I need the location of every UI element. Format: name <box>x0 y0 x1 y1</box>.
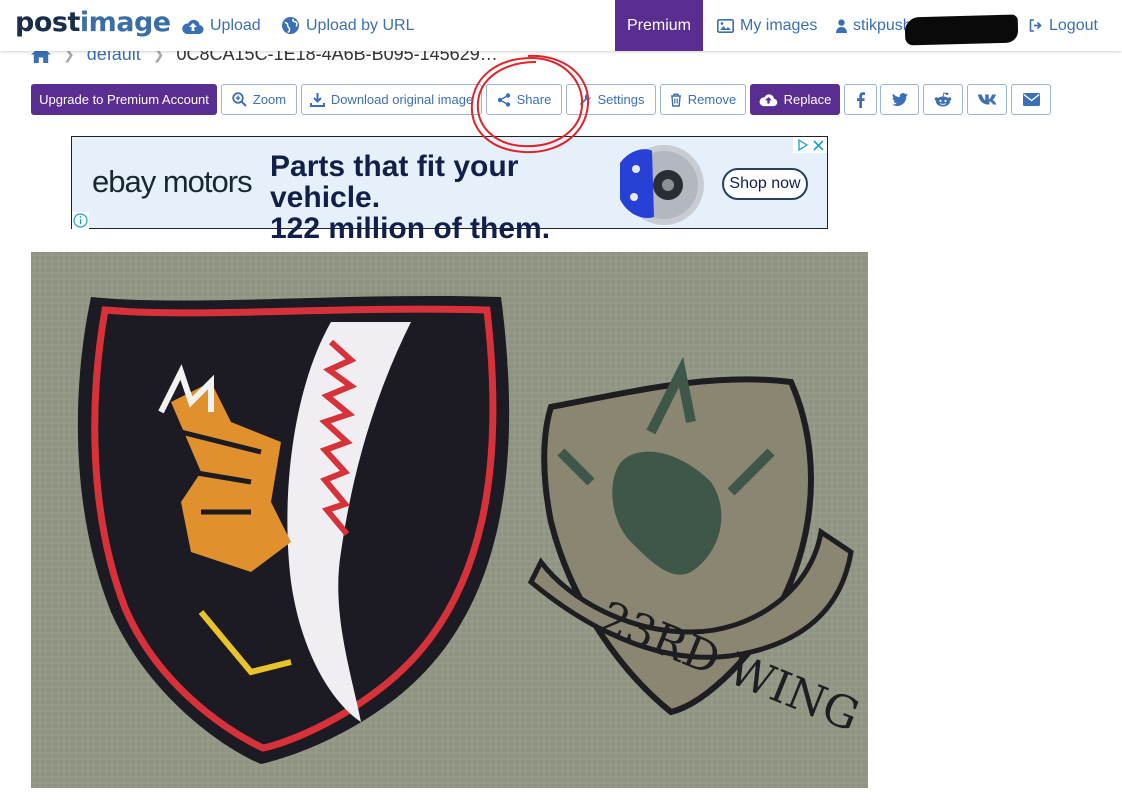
trash-icon <box>670 93 681 107</box>
nav-premium-label: Premium <box>626 16 691 34</box>
nav-my-images-label: My images <box>740 16 818 34</box>
nav-username: stikpush <box>853 16 912 34</box>
postimage-logo[interactable]: postimage <box>15 7 171 38</box>
nav-logout-label: Logout <box>1049 16 1098 34</box>
vk-icon <box>977 94 996 105</box>
download-original-button[interactable]: Download original image <box>301 84 482 115</box>
redaction-mark <box>904 14 1019 46</box>
logo-text-part2: image <box>79 7 171 38</box>
download-original-label: Download original image <box>330 92 474 107</box>
settings-button[interactable]: Settings <box>566 84 656 115</box>
logout-icon <box>1029 19 1042 32</box>
nav-user-account[interactable]: stikpush <box>836 0 912 51</box>
remove-button[interactable]: Remove <box>660 84 746 115</box>
replace-button[interactable]: Replace <box>750 84 840 115</box>
share-facebook-button[interactable] <box>844 84 877 115</box>
uploaded-image[interactable]: 23RD WING <box>31 252 868 788</box>
wrench-icon <box>579 92 591 105</box>
ad-shop-now-button[interactable]: Shop now <box>722 168 808 200</box>
brake-rotor-image <box>620 145 704 225</box>
share-reddit-button[interactable] <box>923 84 963 115</box>
ad-headline: Parts that fit your vehicle. 122 million… <box>270 151 600 244</box>
nav-logout[interactable]: Logout <box>1029 0 1098 51</box>
ad-headline-line1: Parts that fit your vehicle. <box>270 150 519 214</box>
settings-label: Settings <box>597 92 645 107</box>
logo-text-part1: post <box>15 7 80 38</box>
replace-label: Replace <box>783 92 832 107</box>
ad-headline-line2: 122 million of them. <box>270 212 551 245</box>
zoom-button[interactable]: Zoom <box>221 84 297 115</box>
ebay-motors-logo: ebay motors <box>92 164 253 199</box>
download-icon <box>309 93 325 107</box>
top-navbar: postimage Upload Upload by URL Premium M… <box>0 0 1122 51</box>
image-toolbar: Upgrade to Premium Account Zoom Download… <box>0 84 1122 115</box>
remove-label: Remove <box>687 92 737 107</box>
nav-upload[interactable]: Upload <box>182 0 261 51</box>
zoom-label: Zoom <box>252 92 287 107</box>
cloud-upload-icon <box>182 19 204 34</box>
nav-upload-label: Upload <box>210 16 261 34</box>
close-icon <box>812 139 824 151</box>
reddit-icon <box>934 92 952 107</box>
ad-choices-icon <box>797 139 808 151</box>
share-icon <box>497 92 510 107</box>
cloud-upload-icon <box>759 94 777 107</box>
globe-icon <box>281 16 300 35</box>
ad-close-controls[interactable] <box>793 137 827 153</box>
zoom-in-icon <box>232 92 247 107</box>
ad-banner[interactable]: ebay motors Parts that fit your vehicle.… <box>71 136 828 244</box>
ad-info-icon[interactable] <box>72 212 89 229</box>
nav-upload-by-url-label: Upload by URL <box>306 16 415 34</box>
share-button[interactable]: Share <box>486 84 562 115</box>
nav-upload-by-url[interactable]: Upload by URL <box>281 0 415 51</box>
share-label: Share <box>516 92 552 107</box>
share-email-button[interactable] <box>1011 84 1051 115</box>
share-vk-button[interactable] <box>967 84 1007 115</box>
facebook-icon <box>857 91 865 108</box>
email-icon <box>1022 93 1040 106</box>
user-icon <box>836 18 847 33</box>
nav-my-images[interactable]: My images <box>717 0 817 51</box>
image-icon <box>717 18 734 33</box>
share-twitter-button[interactable] <box>880 84 919 115</box>
upgrade-premium-button[interactable]: Upgrade to Premium Account <box>31 84 217 115</box>
upgrade-premium-label: Upgrade to Premium Account <box>39 92 209 107</box>
nav-premium[interactable]: Premium <box>615 0 703 51</box>
twitter-icon <box>891 92 908 106</box>
